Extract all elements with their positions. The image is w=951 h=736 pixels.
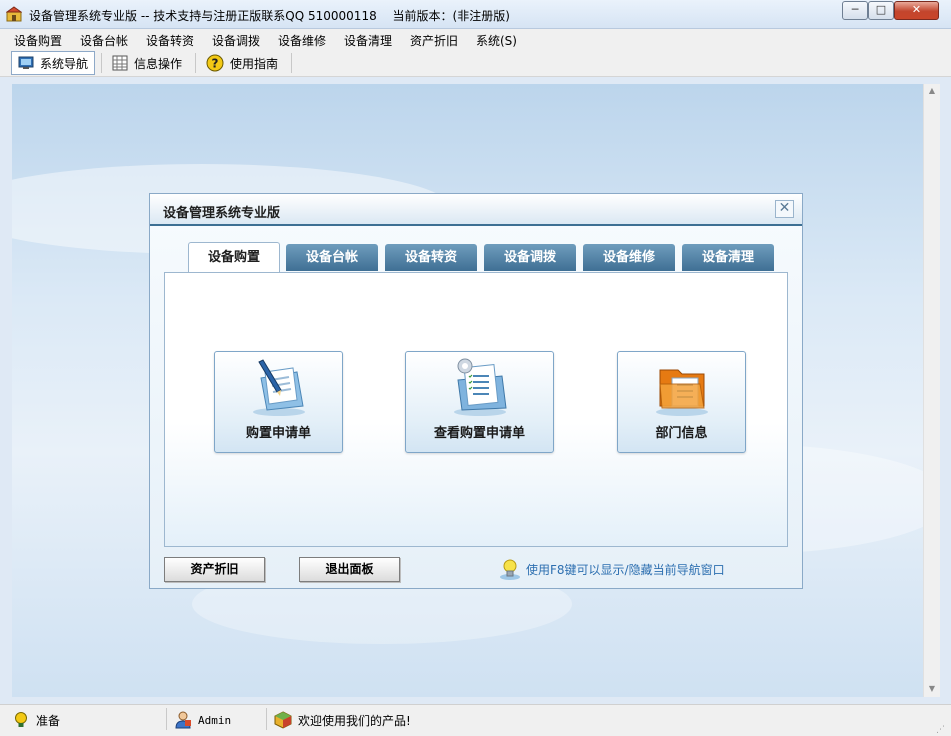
panel-title: 设备管理系统专业版 <box>163 206 281 221</box>
tab-equipment-repair[interactable]: 设备维修 <box>583 244 675 271</box>
menu-equipment-repair[interactable]: 设备维修 <box>278 32 326 49</box>
toolbar-system-navigation[interactable]: 系统导航 <box>11 51 95 75</box>
tab-equipment-disposal[interactable]: 设备清理 <box>682 244 774 271</box>
menu-equipment-ledger[interactable]: 设备台帐 <box>80 32 128 49</box>
checklist-folder-icon <box>453 358 507 416</box>
menu-asset-depreciation[interactable]: 资产折旧 <box>410 32 458 49</box>
scroll-down-arrow-icon[interactable]: ▼ <box>927 684 937 693</box>
toolbar-user-guide[interactable]: ? 使用指南 <box>200 51 284 75</box>
help-icon: ? <box>206 54 224 72</box>
close-window-button[interactable]: ✕ <box>894 1 939 20</box>
window-title: 设备管理系统专业版 -- 技术支持与注册正版联系QQ 510000118 当前版… <box>29 9 510 23</box>
tab-equipment-capitalize[interactable]: 设备转资 <box>385 244 477 271</box>
toolbar-label: 系统导航 <box>39 56 88 71</box>
menu-bar: 设备购置 设备台帐 设备转资 设备调拨 设备维修 设备清理 资产折旧 系统(S) <box>0 29 951 50</box>
status-ready: 准备 <box>12 709 60 731</box>
toolbar-separator <box>291 53 292 73</box>
toolbar-label: 使用指南 <box>230 56 279 71</box>
panel-header: 设备管理系统专业版 ✕ <box>150 194 802 226</box>
svg-text:?: ? <box>212 57 219 71</box>
grid-icon <box>112 55 128 71</box>
toolbar: 系统导航 信息操作 ? 使用指南 <box>0 50 951 77</box>
status-user: Admin <box>174 709 231 731</box>
toolbar-separator <box>195 53 196 73</box>
status-bar: 准备 Admin 欢迎使用我们的产品! ⋰ <box>0 704 951 736</box>
asset-depreciation-button[interactable]: 资产折旧 <box>164 557 265 582</box>
status-lightbulb-icon <box>15 712 27 727</box>
product-box-icon <box>274 711 292 729</box>
status-welcome: 欢迎使用我们的产品! <box>274 709 411 731</box>
tab-equipment-purchase[interactable]: 设备购置 <box>188 242 280 273</box>
view-purchase-requests-button[interactable]: 查看购置申请单 <box>405 351 554 453</box>
f8-hint: 使用F8键可以显示/隐藏当前导航窗口 <box>498 556 725 582</box>
lightbulb-icon <box>500 559 520 580</box>
toolbar-separator <box>101 53 102 73</box>
navigation-panel: 设备管理系统专业版 ✕ 设备购置 设备台帐 设备转资 设备调拨 设备维修 设备清… <box>149 193 803 589</box>
title-bar: 设备管理系统专业版 -- 技术支持与注册正版联系QQ 510000118 当前版… <box>0 0 951 29</box>
scroll-up-arrow-icon[interactable]: ▲ <box>927 86 937 95</box>
tab-equipment-transfer[interactable]: 设备调拨 <box>484 244 576 271</box>
department-info-button[interactable]: 部门信息 <box>617 351 746 453</box>
user-icon <box>175 711 191 729</box>
tab-equipment-ledger[interactable]: 设备台帐 <box>286 244 378 271</box>
menu-equipment-transfer[interactable]: 设备调拨 <box>212 32 260 49</box>
pen-document-icon <box>252 359 305 416</box>
purchase-request-button[interactable]: 购置申请单 <box>214 351 343 453</box>
panel-close-button[interactable]: ✕ <box>775 200 794 218</box>
vertical-scrollbar[interactable]: ▲ ▼ <box>923 84 940 697</box>
status-welcome-text: 欢迎使用我们的产品! <box>298 713 411 728</box>
hint-text: 使用F8键可以显示/隐藏当前导航窗口 <box>526 562 725 577</box>
monitor-icon <box>18 56 34 69</box>
status-separator <box>166 708 167 730</box>
exit-panel-button[interactable]: 退出面板 <box>299 557 400 582</box>
button-label: 查看购置申请单 <box>433 426 525 441</box>
orange-folder-icon <box>655 369 708 416</box>
maximize-button[interactable]: □ <box>868 1 894 20</box>
toolbar-info-operation[interactable]: 信息操作 <box>106 51 188 75</box>
status-ready-text: 准备 <box>36 713 61 728</box>
button-label: 部门信息 <box>655 426 708 441</box>
menu-equipment-disposal[interactable]: 设备清理 <box>344 32 392 49</box>
minimize-button[interactable]: ─ <box>842 1 868 20</box>
toolbar-label: 信息操作 <box>134 56 183 71</box>
menu-equipment-purchase[interactable]: 设备购置 <box>14 32 62 49</box>
resize-grip-icon[interactable]: ⋰ <box>936 725 945 735</box>
app-icon <box>6 6 22 22</box>
menu-equipment-capitalize[interactable]: 设备转资 <box>146 32 194 49</box>
tab-content: 购置申请单 查看购置申请单 部门信息 <box>164 272 788 547</box>
menu-system[interactable]: 系统(S) <box>476 32 517 49</box>
status-separator <box>266 708 267 730</box>
status-user-text: Admin <box>198 713 232 727</box>
button-label: 购置申请单 <box>245 426 311 441</box>
